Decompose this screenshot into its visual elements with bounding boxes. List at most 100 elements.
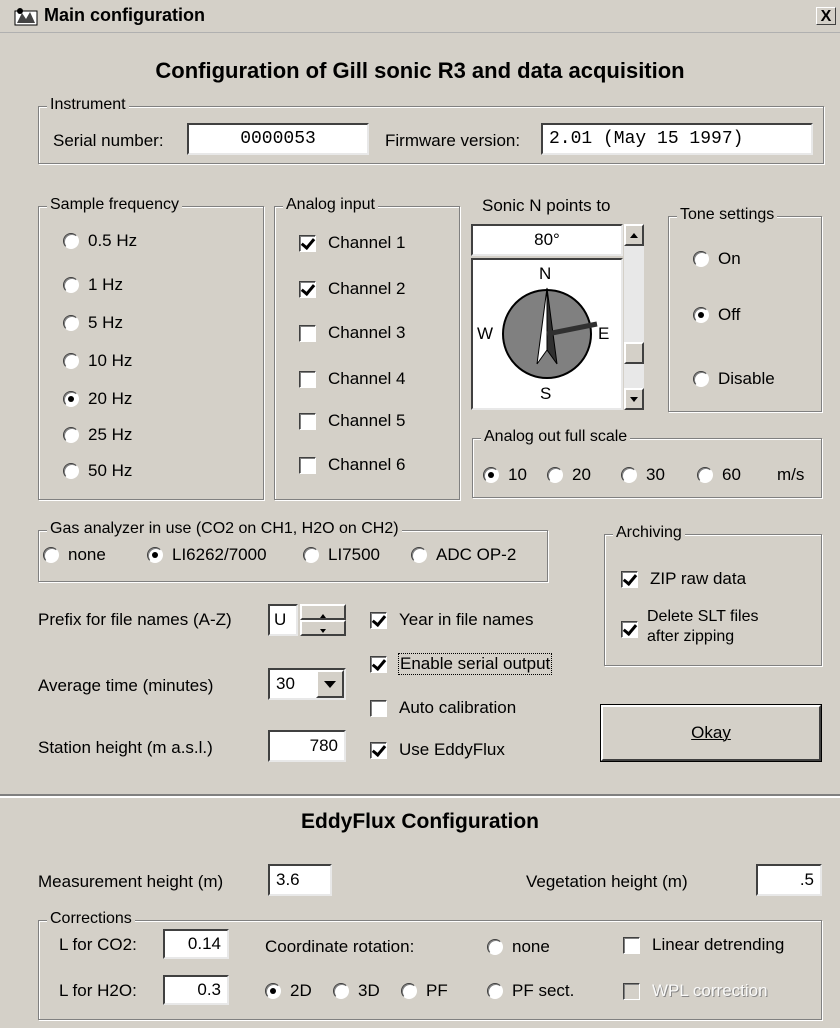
vegetation-height-field[interactable]: .5 xyxy=(756,864,822,896)
channel-4-option[interactable]: Channel 4 xyxy=(299,369,406,389)
sample-frequency-group: Sample frequency 0.5 Hz 1 Hz 5 Hz 10 Hz … xyxy=(38,196,264,500)
freq-radio-selected[interactable] xyxy=(63,391,79,407)
use-eddyflux-option[interactable]: Use EddyFlux xyxy=(370,740,505,760)
channel-2-option[interactable]: Channel 2 xyxy=(299,279,406,299)
gas-radio[interactable] xyxy=(43,547,59,563)
prefix-spin-up[interactable] xyxy=(300,604,346,620)
channel-5-option[interactable]: Channel 5 xyxy=(299,411,406,431)
channel-1-checkbox[interactable] xyxy=(299,234,316,252)
rotation-radio-selected[interactable] xyxy=(265,983,281,999)
freq-option-25[interactable]: 25 Hz xyxy=(63,425,132,445)
rotation-option-2d[interactable]: 2D xyxy=(265,981,312,1001)
year-in-file-names-option[interactable]: Year in file names xyxy=(370,610,534,630)
main-configuration-window: Main configuration X Configuration of Gi… xyxy=(0,0,840,1028)
sonic-north-value[interactable]: 80° xyxy=(471,224,623,256)
year-in-file-names-checkbox[interactable] xyxy=(370,611,387,629)
analog-out-radio-selected[interactable] xyxy=(483,467,499,483)
firmware-version-field[interactable]: 2.01 (May 15 1997) xyxy=(541,123,813,155)
analog-out-radio[interactable] xyxy=(547,467,563,483)
average-time-dropdown-button[interactable] xyxy=(316,670,344,698)
okay-button-label: Okay xyxy=(691,723,731,742)
okay-button[interactable]: Okay xyxy=(600,704,822,762)
use-eddyflux-checkbox[interactable] xyxy=(370,741,387,759)
freq-option-1[interactable]: 1 Hz xyxy=(63,275,123,295)
channel-6-option[interactable]: Channel 6 xyxy=(299,455,406,475)
station-height-label: Station height (m a.s.l.) xyxy=(38,738,213,757)
analog-out-radio[interactable] xyxy=(697,467,713,483)
sonic-north-scrollbar[interactable] xyxy=(624,224,644,410)
channel-2-checkbox[interactable] xyxy=(299,280,316,298)
gas-option-none[interactable]: none xyxy=(43,545,106,565)
freq-radio[interactable] xyxy=(63,427,79,443)
channel-4-checkbox[interactable] xyxy=(299,370,316,388)
measurement-height-field[interactable]: 3.6 xyxy=(268,864,332,896)
scroll-up-button[interactable] xyxy=(624,224,644,246)
freq-option-5[interactable]: 5 Hz xyxy=(63,313,123,333)
enable-serial-output-checkbox[interactable] xyxy=(370,655,387,673)
gas-radio[interactable] xyxy=(303,547,319,563)
serial-number-field[interactable]: 0000053 xyxy=(187,123,369,155)
auto-calibration-option[interactable]: Auto calibration xyxy=(370,698,516,718)
rotation-radio[interactable] xyxy=(487,939,503,955)
prefix-field[interactable]: U xyxy=(268,604,298,636)
rotation-radio[interactable] xyxy=(333,983,349,999)
l-co2-field[interactable]: 0.14 xyxy=(163,929,229,959)
channel-3-checkbox[interactable] xyxy=(299,324,316,342)
freq-option-10[interactable]: 10 Hz xyxy=(63,351,132,371)
freq-option-50[interactable]: 50 Hz xyxy=(63,461,132,481)
chevron-down-icon xyxy=(324,681,336,688)
delete-slt-checkbox[interactable] xyxy=(621,621,638,638)
okay-button-face[interactable]: Okay xyxy=(601,705,821,761)
channel-3-option[interactable]: Channel 3 xyxy=(299,323,406,343)
station-height-field[interactable]: 780 xyxy=(268,730,346,762)
tone-option-disable[interactable]: Disable xyxy=(693,369,775,389)
rotation-option-3d[interactable]: 3D xyxy=(333,981,380,1001)
freq-radio[interactable] xyxy=(63,277,79,293)
rotation-option-none[interactable]: none xyxy=(487,937,550,957)
freq-option-0-5[interactable]: 0.5 Hz xyxy=(63,231,137,251)
tone-option-on[interactable]: On xyxy=(693,249,741,269)
auto-calibration-checkbox[interactable] xyxy=(370,699,387,717)
channel-5-checkbox[interactable] xyxy=(299,412,316,430)
analog-out-option-10[interactable]: 10 xyxy=(483,465,527,485)
scroll-thumb[interactable] xyxy=(624,342,644,364)
rotation-option-pf[interactable]: PF xyxy=(401,981,448,1001)
tone-radio-selected[interactable] xyxy=(693,307,709,323)
gas-option-li6262[interactable]: LI6262/7000 xyxy=(147,545,267,565)
freq-radio[interactable] xyxy=(63,233,79,249)
tone-option-off[interactable]: Off xyxy=(693,305,740,325)
freq-radio[interactable] xyxy=(63,315,79,331)
analog-out-option-30[interactable]: 30 xyxy=(621,465,665,485)
wpl-correction-checkbox[interactable] xyxy=(623,982,640,1000)
gas-radio-selected[interactable] xyxy=(147,547,163,563)
enable-serial-output-option[interactable]: Enable serial output xyxy=(370,653,553,675)
wpl-correction-option[interactable]: WPL correction xyxy=(623,981,768,1001)
analog-out-option-20[interactable]: 20 xyxy=(547,465,591,485)
freq-radio[interactable] xyxy=(63,353,79,369)
gas-option-li7500[interactable]: LI7500 xyxy=(303,545,380,565)
freq-radio[interactable] xyxy=(63,463,79,479)
channel-1-option[interactable]: Channel 1 xyxy=(299,233,406,253)
zip-raw-data-checkbox[interactable] xyxy=(621,570,638,588)
freq-option-20[interactable]: 20 Hz xyxy=(63,389,132,409)
archiving-legend: Archiving xyxy=(613,524,685,542)
rotation-option-pf-sect[interactable]: PF sect. xyxy=(487,981,574,1001)
channel-6-checkbox[interactable] xyxy=(299,456,316,474)
gas-radio[interactable] xyxy=(411,547,427,563)
gas-option-adc[interactable]: ADC OP-2 xyxy=(411,545,516,565)
analog-out-radio[interactable] xyxy=(621,467,637,483)
prefix-spin-down[interactable] xyxy=(300,620,346,636)
analog-out-option-60[interactable]: 60 xyxy=(697,465,741,485)
tone-radio[interactable] xyxy=(693,251,709,267)
linear-detrending-option[interactable]: Linear detrending xyxy=(623,935,784,955)
scroll-down-button[interactable] xyxy=(624,388,644,410)
delete-slt-checkbox-wrap[interactable] xyxy=(621,621,650,638)
rotation-radio[interactable] xyxy=(487,983,503,999)
l-h2o-field[interactable]: 0.3 xyxy=(163,975,229,1005)
tone-radio[interactable] xyxy=(693,371,709,387)
title-bar[interactable]: Main configuration X xyxy=(0,0,840,33)
zip-raw-data-option[interactable]: ZIP raw data xyxy=(621,569,746,589)
close-button[interactable]: X xyxy=(816,7,836,25)
rotation-radio[interactable] xyxy=(401,983,417,999)
linear-detrending-checkbox[interactable] xyxy=(623,936,640,954)
